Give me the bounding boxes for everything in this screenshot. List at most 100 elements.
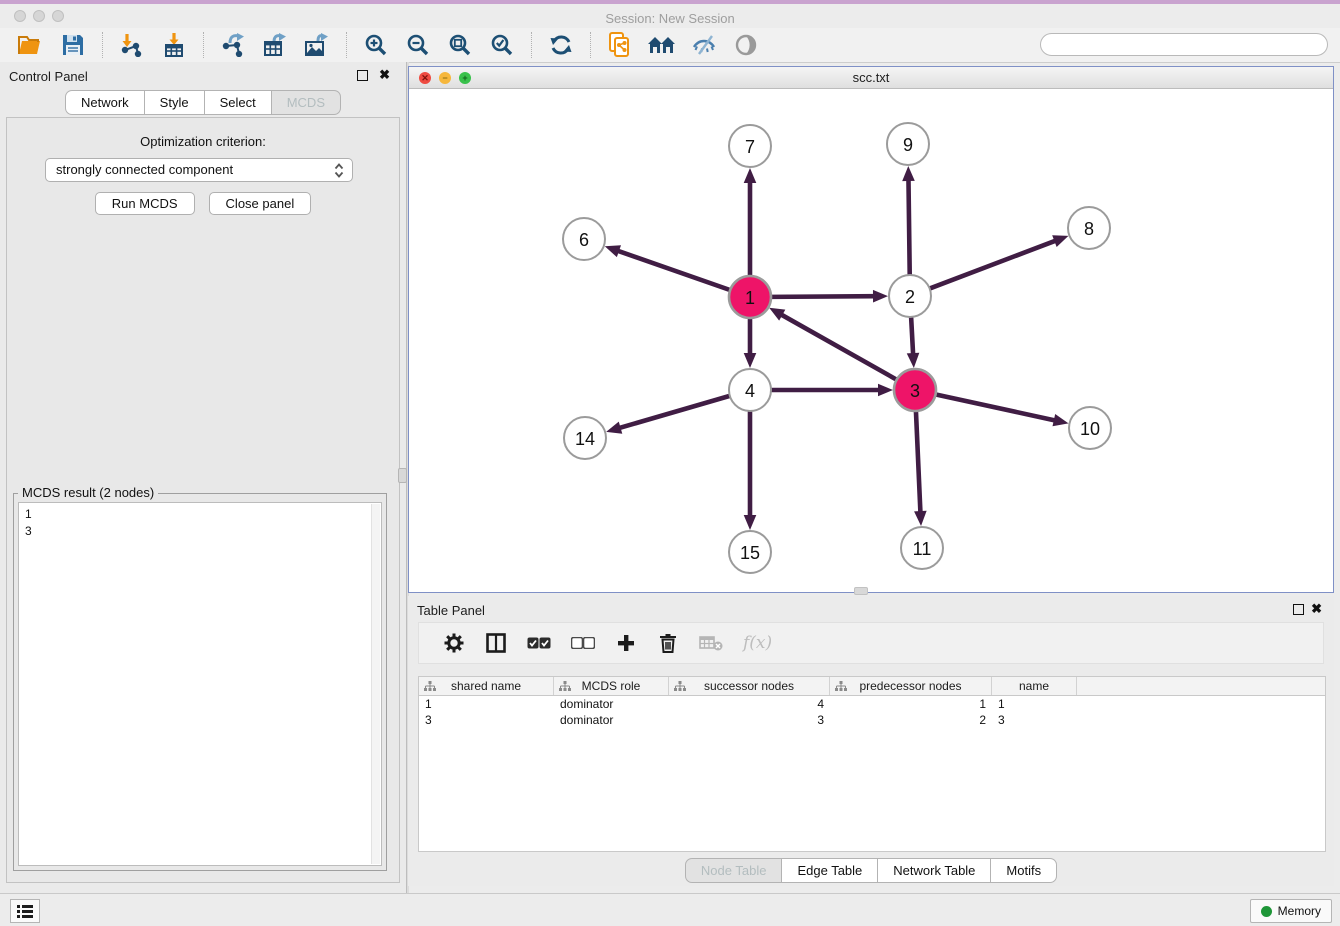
graph-arrowhead	[902, 166, 915, 181]
tab-motifs[interactable]: Motifs	[991, 858, 1057, 883]
mcds-result-group: MCDS result (2 nodes) 1 3	[13, 493, 387, 871]
graph-node-11[interactable]: 11	[901, 527, 943, 569]
column-header-successor-nodes[interactable]: successor nodes	[669, 677, 830, 695]
graph-node-9[interactable]: 9	[887, 123, 929, 165]
export-image-icon[interactable]	[302, 31, 332, 59]
tab-style[interactable]: Style	[145, 90, 205, 115]
mcds-panel: Optimization criterion: strongly connect…	[6, 117, 400, 883]
graph-node-2[interactable]: 2	[889, 275, 931, 317]
float-panel-icon[interactable]	[357, 70, 368, 81]
export-network-icon[interactable]	[218, 31, 248, 59]
graph-node-label: 14	[575, 429, 595, 449]
graph-arrowhead	[744, 353, 757, 368]
graph-edge-3-10[interactable]	[936, 395, 1055, 421]
table-cell: dominator	[554, 696, 669, 712]
mcds-result-text[interactable]: 1 3	[18, 502, 382, 866]
show-all-networks-icon[interactable]	[647, 31, 677, 59]
open-session-icon[interactable]	[16, 31, 46, 59]
tab-edge-table[interactable]: Edge Table	[782, 858, 878, 883]
deselect-all-icon[interactable]	[571, 637, 595, 649]
graph-edge-2-3[interactable]	[911, 318, 913, 355]
toggle-birdseye-icon[interactable]	[731, 31, 761, 59]
graph-edge-3-11[interactable]	[916, 412, 920, 513]
table-row[interactable]: 1dominator411	[419, 696, 1325, 712]
tab-node-table[interactable]: Node Table	[685, 858, 783, 883]
column-label: successor nodes	[704, 679, 794, 693]
application-window: Session: New Session	[0, 0, 1340, 926]
export-table-icon[interactable]	[260, 31, 290, 59]
gear-icon[interactable]	[443, 633, 465, 653]
column-header-name[interactable]: name	[992, 677, 1077, 695]
table-row[interactable]: 3dominator323	[419, 712, 1325, 728]
horizontal-splitter-handle[interactable]	[854, 587, 868, 595]
graph-edge-3-1[interactable]	[780, 314, 895, 379]
refresh-layout-icon[interactable]	[546, 31, 576, 59]
splitter-handle[interactable]	[398, 468, 407, 483]
mcds-result-lines: 1 3	[25, 507, 32, 538]
table-cell: 1	[419, 696, 554, 712]
zoom-selected-icon[interactable]	[487, 31, 517, 59]
optimization-criterion-select[interactable]: strongly connected component	[45, 158, 353, 182]
graph-node-label: 7	[745, 137, 755, 157]
close-panel-icon[interactable]: ✖	[379, 67, 390, 83]
memory-status-icon	[1261, 906, 1272, 917]
zoom-out-icon[interactable]	[403, 31, 433, 59]
table-cell: 3	[419, 712, 554, 728]
split-columns-icon[interactable]	[485, 633, 507, 653]
table-panel-title: Table Panel	[417, 603, 485, 618]
close-table-panel-icon[interactable]: ✖	[1311, 601, 1322, 617]
clone-network-icon[interactable]	[605, 31, 635, 59]
graph-edge-2-9[interactable]	[908, 179, 909, 274]
graph-node-4[interactable]: 4	[729, 369, 771, 411]
table-cell: 2	[830, 712, 992, 728]
graph-node-label: 8	[1084, 219, 1094, 239]
tab-network-table[interactable]: Network Table	[878, 858, 991, 883]
graph-node-7[interactable]: 7	[729, 125, 771, 167]
result-scrollbar[interactable]	[371, 504, 380, 864]
tab-select[interactable]: Select	[205, 90, 272, 115]
column-header-MCDS-role[interactable]: MCDS role	[554, 677, 669, 695]
graph-edge-1-6[interactable]	[617, 251, 729, 290]
add-column-icon[interactable]	[615, 634, 637, 652]
graph-node-15[interactable]: 15	[729, 531, 771, 573]
zoom-fit-icon[interactable]	[445, 31, 475, 59]
task-history-button[interactable]	[10, 899, 40, 923]
column-header-shared-name[interactable]: shared name	[419, 677, 554, 695]
graph-node-6[interactable]: 6	[563, 218, 605, 260]
graph-node-1[interactable]: 1	[729, 276, 771, 318]
control-panel-tabstrip: NetworkStyleSelectMCDS	[0, 90, 406, 115]
tab-mcds[interactable]: MCDS	[272, 90, 341, 115]
column-label: MCDS role	[582, 679, 641, 693]
hide-panels-icon[interactable]	[689, 31, 719, 59]
node-table-body: 1dominator4113dominator323	[419, 696, 1325, 728]
graph-node-label: 9	[903, 135, 913, 155]
network-canvas[interactable]: 7 9 6 8 1 2 4 3 14 10 15 11	[409, 89, 1333, 592]
tab-network[interactable]: Network	[65, 90, 145, 115]
optimization-criterion-label: Optimization criterion:	[7, 134, 399, 149]
graph-node-3[interactable]: 3	[894, 369, 936, 411]
table-cell: 1	[992, 696, 1077, 712]
graph-node-14[interactable]: 14	[564, 417, 606, 459]
search-input[interactable]	[1040, 33, 1328, 56]
zoom-in-icon[interactable]	[361, 31, 391, 59]
select-all-icon[interactable]	[527, 637, 551, 649]
column-header-predecessor-nodes[interactable]: predecessor nodes	[830, 677, 992, 695]
graph-arrowhead	[605, 245, 621, 257]
graph-edge-4-14[interactable]	[619, 396, 729, 428]
graph-edge-1-2[interactable]	[772, 296, 875, 297]
save-session-icon[interactable]	[58, 31, 88, 59]
table-toolbar: f(x)	[418, 622, 1324, 664]
network-window-titlebar[interactable]: ✕ − + scc.txt	[409, 67, 1333, 89]
import-table-icon[interactable]	[159, 31, 189, 59]
memory-button[interactable]: Memory	[1250, 899, 1332, 923]
graph-edge-2-8[interactable]	[931, 240, 1057, 288]
graph-node-8[interactable]: 8	[1068, 207, 1110, 249]
toolbar-separator	[203, 32, 204, 58]
table-cell: 4	[669, 696, 830, 712]
delete-column-icon[interactable]	[657, 633, 679, 653]
import-network-icon[interactable]	[117, 31, 147, 59]
close-panel-button[interactable]: Close panel	[209, 192, 312, 215]
run-mcds-button[interactable]: Run MCDS	[95, 192, 195, 215]
graph-node-10[interactable]: 10	[1069, 407, 1111, 449]
float-table-panel-icon[interactable]	[1293, 604, 1304, 615]
